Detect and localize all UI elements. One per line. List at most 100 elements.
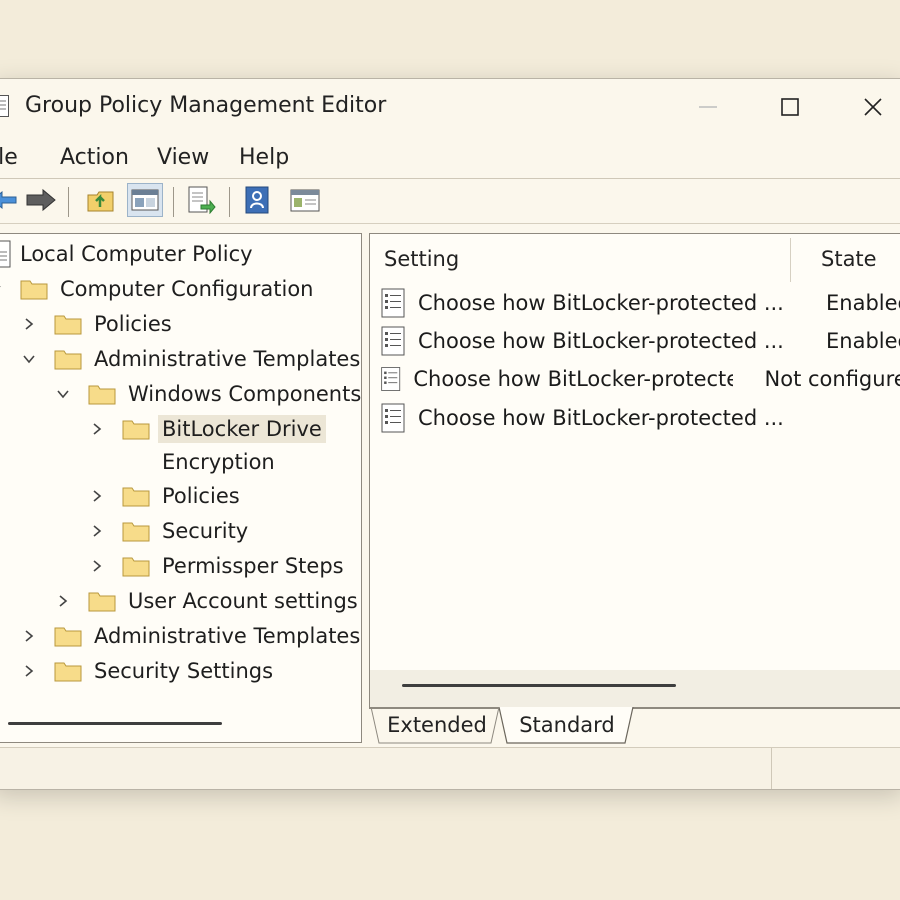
menu-help[interactable]: Help <box>239 145 289 170</box>
tree-label: User Account settings <box>128 589 358 613</box>
list-item[interactable]: Choose how BitLocker-protected ... Not c… <box>380 360 900 398</box>
tree-label-selected: BitLocker Drive <box>158 415 326 443</box>
menu-view[interactable]: View <box>157 145 209 170</box>
tree-item-wc-policies[interactable]: Policies <box>88 480 240 512</box>
forward-button[interactable] <box>23 183 59 217</box>
maximize-icon <box>781 98 799 116</box>
chevron-right-icon[interactable] <box>88 420 106 438</box>
list-item[interactable]: Choose how BitLocker-protected ... Enabl… <box>380 322 900 360</box>
menu-bar: File Action View Help <box>0 137 900 177</box>
tree-item-computer-configuration[interactable]: Computer Configuration <box>0 273 314 305</box>
chevron-right-icon[interactable] <box>20 315 38 333</box>
show-hide-tree-icon <box>131 189 159 211</box>
tree-item-policies[interactable]: Policies <box>20 308 172 340</box>
show-hide-tree-button[interactable] <box>127 183 163 217</box>
menu-file[interactable]: File <box>0 145 18 170</box>
tree-label: Computer Configuration <box>60 277 314 301</box>
folder-icon <box>20 280 48 300</box>
folder-icon <box>122 487 150 507</box>
tree-horizontal-scrollbar[interactable] <box>8 722 222 725</box>
status-bar <box>0 747 900 789</box>
folder-icon <box>122 522 150 542</box>
tab-standard[interactable]: Standard <box>505 707 629 743</box>
up-one-level-button[interactable] <box>83 183 119 217</box>
tree-item-administrative-templates-2[interactable]: Administrative Templates <box>20 620 360 652</box>
setting-name: Choose how BitLocker-protected ... <box>413 367 733 391</box>
policy-app-icon <box>0 95 9 117</box>
list-horizontal-scrollbar[interactable] <box>402 684 676 687</box>
toolbar-separator <box>68 187 69 217</box>
tree-label: Administrative Templates <box>94 624 361 648</box>
back-arrow-icon <box>0 190 17 210</box>
tree-item-bitlocker-drive-encryption[interactable]: BitLocker Drive <box>88 413 326 445</box>
back-button[interactable] <box>0 183 23 217</box>
list-scroll-area <box>370 670 900 708</box>
app-window: Group Policy Management Editor File Acti… <box>0 78 900 790</box>
policy-document-icon <box>0 240 11 268</box>
chevron-right-icon[interactable] <box>88 522 106 540</box>
folder-icon <box>54 662 82 682</box>
settings-list: Setting State Choose how BitLocker-prote… <box>369 233 900 709</box>
tree-label: Policies <box>94 312 172 336</box>
folder-icon <box>88 592 116 612</box>
folder-icon <box>54 315 82 335</box>
tree-label: Security <box>162 519 249 543</box>
folder-icon <box>54 350 82 370</box>
title-bar[interactable]: Group Policy Management Editor <box>0 79 900 135</box>
setting-name: Choose how BitLocker-protected ... <box>418 291 784 315</box>
tree-item-security-settings[interactable]: Security Settings <box>20 655 273 687</box>
minimize-icon <box>699 106 717 108</box>
tree-item-permissper-steps[interactable]: Permissper Steps <box>88 550 344 582</box>
chevron-down-icon[interactable] <box>0 280 4 298</box>
column-header-setting[interactable]: Setting <box>384 234 459 284</box>
tab-extended[interactable]: Extended <box>377 707 497 743</box>
tree-label: Administrative Templates <box>94 347 361 371</box>
tree-item-administrative-templates[interactable]: Administrative Templates <box>20 343 360 375</box>
toolbar <box>0 178 900 224</box>
list-item[interactable]: Choose how BitLocker-protected ... Enabl… <box>380 284 900 322</box>
tree-item-security[interactable]: Security <box>88 515 248 547</box>
column-header-state[interactable]: State <box>821 234 877 284</box>
folder-icon <box>88 385 116 405</box>
chevron-right-icon[interactable] <box>20 662 38 680</box>
column-divider[interactable] <box>790 238 791 282</box>
folder-icon <box>122 557 150 577</box>
help-icon <box>245 186 269 214</box>
chevron-right-icon[interactable] <box>54 592 72 610</box>
tree-label: Policies <box>162 484 240 508</box>
chevron-down-icon[interactable] <box>20 350 38 368</box>
list-item[interactable]: Choose how BitLocker-protected ... <box>380 399 900 437</box>
status-divider <box>771 748 772 789</box>
tree-item-user-account-settings[interactable]: User Account settings <box>54 585 358 617</box>
tree-item-local-computer-policy[interactable]: Local Computer Policy <box>0 238 253 270</box>
forward-arrow-icon <box>26 188 56 212</box>
setting-document-icon <box>381 403 405 433</box>
maximize-button[interactable] <box>765 89 815 125</box>
setting-state: Enabled <box>826 329 900 353</box>
tree-label: Encryption <box>162 450 275 474</box>
chevron-right-icon[interactable] <box>88 557 106 575</box>
console-tree[interactable]: Local Computer Policy Computer Configura… <box>0 233 362 743</box>
setting-state: Enabled <box>826 291 900 315</box>
setting-name: Choose how BitLocker-protected ... <box>418 329 784 353</box>
tree-item-windows-components[interactable]: Windows Components <box>54 378 361 410</box>
minimize-button[interactable] <box>683 89 733 125</box>
tree-item-bitlocker-label-continued[interactable]: Encryption <box>162 446 275 478</box>
close-button[interactable] <box>848 89 898 125</box>
toolbar-separator <box>229 187 230 217</box>
menu-action[interactable]: Action <box>60 145 129 170</box>
help-button[interactable] <box>239 183 275 217</box>
export-list-icon <box>188 186 216 214</box>
setting-name: Choose how BitLocker-protected ... <box>418 406 784 430</box>
window-title: Group Policy Management Editor <box>25 93 387 118</box>
properties-button[interactable] <box>287 183 323 217</box>
tree-label: Windows Components <box>128 382 362 406</box>
export-list-button[interactable] <box>183 183 219 217</box>
setting-state: Not configured <box>764 367 900 391</box>
folder-icon <box>54 627 82 647</box>
chevron-right-icon[interactable] <box>88 487 106 505</box>
chevron-right-icon[interactable] <box>20 627 38 645</box>
chevron-down-icon[interactable] <box>54 385 72 403</box>
up-folder-icon <box>87 191 114 212</box>
folder-icon <box>122 420 150 440</box>
